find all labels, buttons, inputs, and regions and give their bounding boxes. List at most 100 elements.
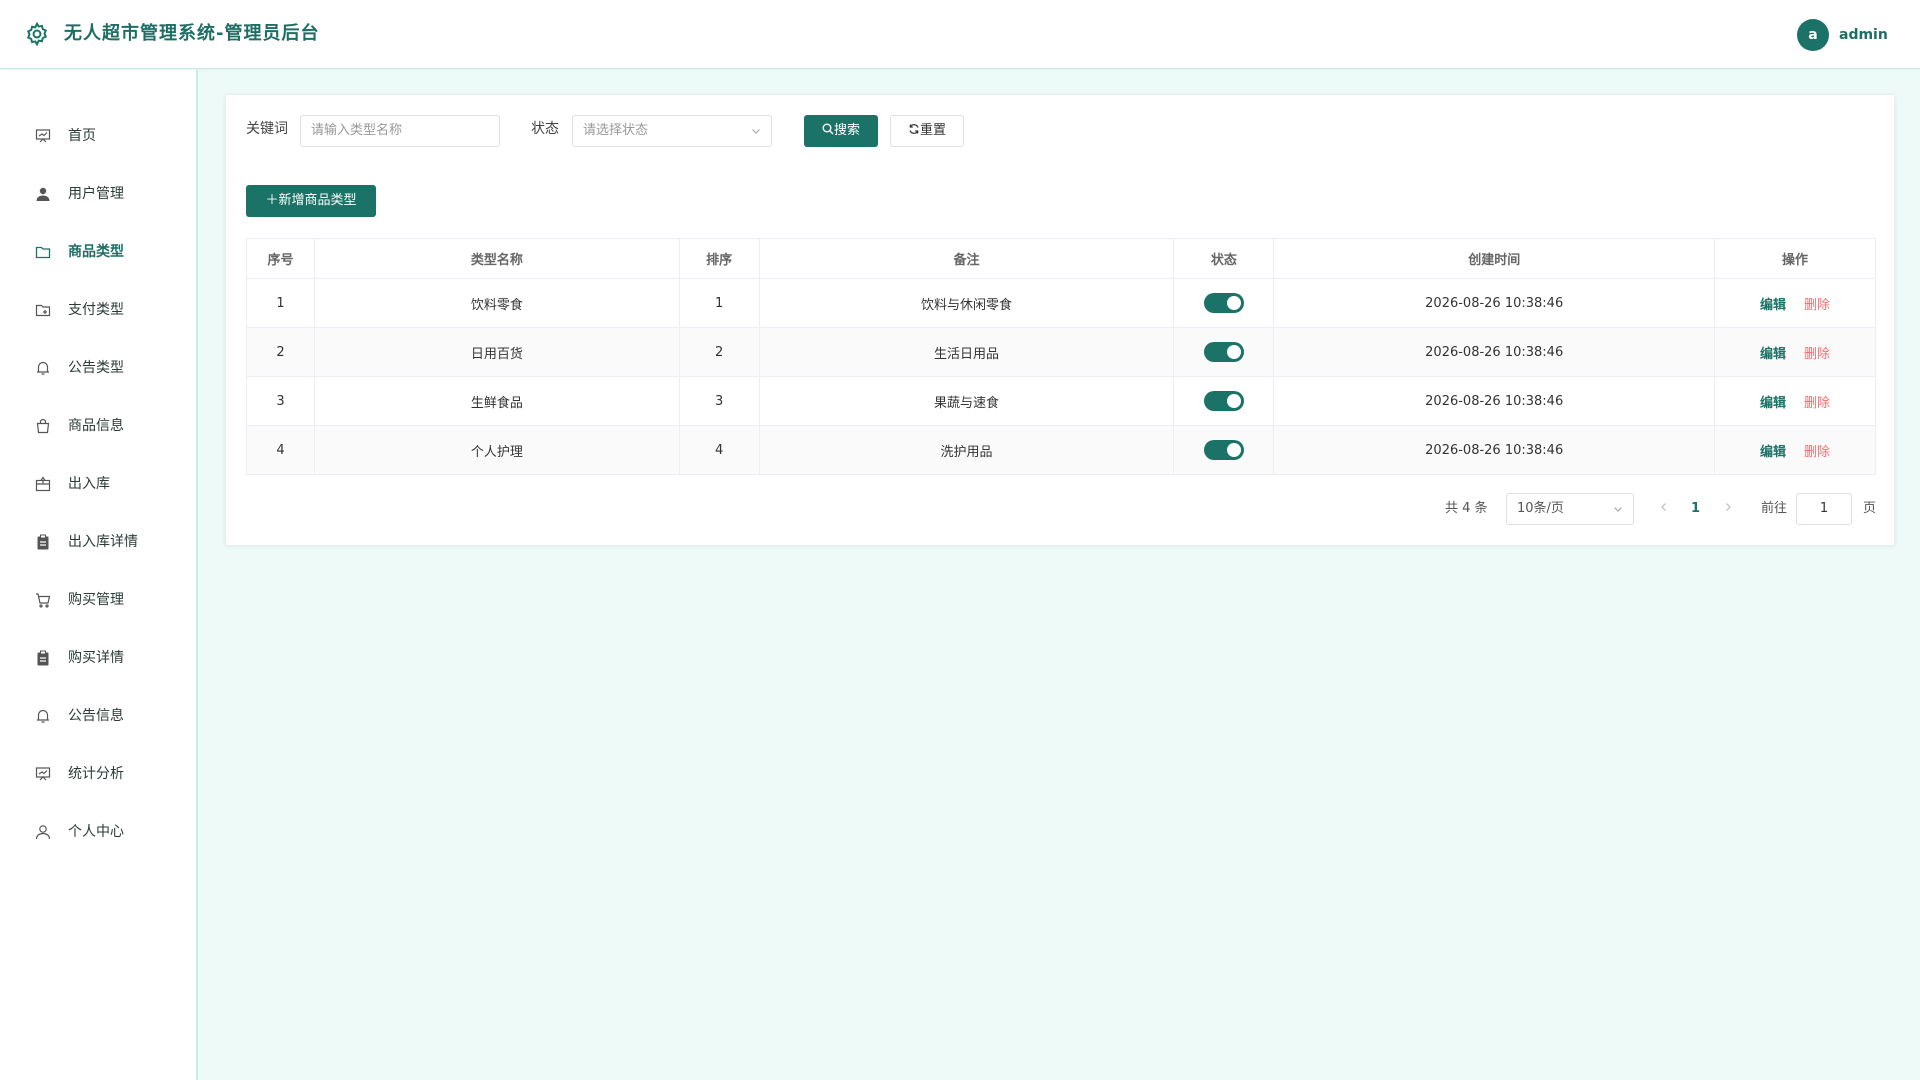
search-button[interactable]: 搜索 bbox=[804, 115, 878, 147]
app-title: 无人超市管理系统-管理员后台 bbox=[64, 23, 320, 44]
status-select[interactable]: 请选择状态 bbox=[572, 115, 772, 147]
cell-status bbox=[1173, 327, 1275, 377]
search-button-label: 搜索 bbox=[833, 123, 860, 138]
cart-icon bbox=[36, 593, 51, 608]
sidebar-item-label: 用户管理 bbox=[68, 186, 124, 202]
sidebar-item-statistics[interactable]: 统计分析 bbox=[0, 754, 196, 794]
delete-link[interactable]: 删除 bbox=[1804, 298, 1830, 313]
reset-button[interactable]: 重置 bbox=[890, 115, 964, 147]
chevron-down-icon bbox=[1614, 507, 1622, 512]
username[interactable]: admin bbox=[1839, 24, 1888, 46]
sidebar-item-label: 购买管理 bbox=[68, 592, 124, 608]
sidebar-item-label: 公告类型 bbox=[68, 360, 124, 376]
status-toggle[interactable] bbox=[1203, 293, 1244, 313]
sidebar-item-stock-details[interactable]: 出入库详情 bbox=[0, 522, 196, 562]
page-number-current[interactable]: 1 bbox=[1691, 493, 1700, 525]
sidebar-item-label: 出入库详情 bbox=[68, 534, 138, 550]
edit-link[interactable]: 编辑 bbox=[1760, 445, 1786, 460]
column-header-status: 状态 bbox=[1173, 238, 1275, 279]
sidebar-item-purchase-details[interactable]: 购买详情 bbox=[0, 638, 196, 678]
table-row: 1 饮料零食 1 饮料与休闲零食 2026-08-26 10:38:46 编辑 删… bbox=[246, 278, 1876, 328]
cell-index: 4 bbox=[246, 425, 315, 475]
status-label: 状态 bbox=[531, 121, 559, 137]
cell-index: 1 bbox=[246, 278, 315, 328]
cell-actions: 编辑 删除 bbox=[1714, 376, 1876, 426]
column-header-index: 序号 bbox=[246, 238, 315, 279]
cell-remark: 生活日用品 bbox=[758, 327, 1175, 377]
cell-created: 2026-08-26 10:38:46 bbox=[1273, 425, 1716, 475]
gear-icon bbox=[26, 21, 48, 47]
sidebar-item-notices[interactable]: 公告信息 bbox=[0, 696, 196, 736]
cell-remark: 果蔬与速食 bbox=[758, 376, 1175, 426]
page-suffix: 页 bbox=[1863, 501, 1877, 516]
status-select-placeholder: 请选择状态 bbox=[583, 123, 649, 138]
top-header: 无人超市管理系统-管理员后台 a admin bbox=[0, 0, 1920, 69]
sidebar-item-label: 首页 bbox=[68, 128, 96, 144]
presentation-icon bbox=[35, 767, 51, 781]
add-product-type-button[interactable]: ＋新增商品类型 bbox=[246, 185, 376, 217]
shopping-bag-icon bbox=[36, 418, 50, 434]
presentation-icon bbox=[35, 129, 51, 143]
sidebar-item-home[interactable]: 首页 bbox=[0, 116, 196, 156]
pagination-total: 共 4 条 bbox=[1445, 501, 1488, 516]
goto-page-input[interactable]: 1 bbox=[1796, 493, 1852, 525]
column-header-actions: 操作 bbox=[1714, 238, 1876, 279]
cell-status bbox=[1173, 278, 1275, 328]
page-size-value: 10条/页 bbox=[1517, 501, 1564, 516]
sidebar-item-product-types[interactable]: 商品类型 bbox=[0, 232, 196, 272]
folder-icon bbox=[35, 246, 51, 259]
cell-status bbox=[1173, 425, 1275, 475]
box-icon bbox=[35, 476, 51, 492]
chevron-right-icon bbox=[1726, 503, 1731, 511]
sidebar-item-products[interactable]: 商品信息 bbox=[0, 406, 196, 446]
delete-link[interactable]: 删除 bbox=[1804, 445, 1830, 460]
sidebar-item-users[interactable]: 用户管理 bbox=[0, 174, 196, 214]
toggle-knob bbox=[1226, 345, 1241, 359]
clipboard-icon bbox=[37, 534, 49, 550]
sidebar: 首页 用户管理 商品类型 支付类型 公告类型 商品信息 出入库 出入库详情 购买… bbox=[0, 70, 198, 1080]
sidebar-item-profile[interactable]: 个人中心 bbox=[0, 812, 196, 852]
avatar[interactable]: a bbox=[1797, 19, 1829, 51]
delete-link[interactable]: 删除 bbox=[1804, 347, 1830, 362]
cell-actions: 编辑 删除 bbox=[1714, 327, 1876, 377]
sidebar-item-label: 公告信息 bbox=[68, 708, 124, 724]
sidebar-item-label: 个人中心 bbox=[68, 824, 124, 840]
chevron-down-icon bbox=[752, 129, 760, 134]
cell-name: 个人护理 bbox=[313, 425, 680, 475]
cell-sort: 3 bbox=[678, 376, 760, 426]
refresh-icon bbox=[909, 124, 919, 134]
column-header-sort: 排序 bbox=[678, 238, 760, 279]
edit-link[interactable]: 编辑 bbox=[1760, 396, 1786, 411]
delete-link[interactable]: 删除 bbox=[1804, 396, 1830, 411]
table-row: 2 日用百货 2 生活日用品 2026-08-26 10:38:46 编辑 删除 bbox=[246, 327, 1876, 377]
cell-created: 2026-08-26 10:38:46 bbox=[1273, 327, 1716, 377]
sidebar-item-stock[interactable]: 出入库 bbox=[0, 464, 196, 504]
status-toggle[interactable] bbox=[1203, 391, 1244, 411]
reset-button-label: 重置 bbox=[919, 123, 946, 138]
cell-name: 饮料零食 bbox=[313, 278, 680, 328]
page-size-select[interactable]: 10条/页 bbox=[1506, 493, 1634, 525]
keyword-label: 关键词 bbox=[246, 121, 288, 137]
edit-link[interactable]: 编辑 bbox=[1760, 347, 1786, 362]
user-filled-icon bbox=[36, 187, 50, 201]
status-toggle[interactable] bbox=[1203, 342, 1244, 362]
sidebar-item-purchases[interactable]: 购买管理 bbox=[0, 580, 196, 620]
toggle-knob bbox=[1226, 394, 1241, 408]
next-page-button[interactable] bbox=[1723, 493, 1733, 525]
main-card: 关键词 请输入类型名称 状态 请选择状态 搜索 重置 ＋新增商品类型 序号 类型… bbox=[225, 94, 1895, 546]
sidebar-item-payment-types[interactable]: 支付类型 bbox=[0, 290, 196, 330]
bell-icon bbox=[37, 361, 49, 375]
keyword-input[interactable]: 请输入类型名称 bbox=[300, 115, 500, 147]
sidebar-item-label: 商品信息 bbox=[68, 418, 124, 434]
prev-page-button[interactable] bbox=[1659, 493, 1669, 525]
plus-icon: ＋ bbox=[265, 193, 279, 208]
edit-link[interactable]: 编辑 bbox=[1760, 298, 1786, 313]
table-row: 4 个人护理 4 洗护用品 2026-08-26 10:38:46 编辑 删除 bbox=[246, 425, 1876, 475]
status-toggle[interactable] bbox=[1203, 440, 1244, 460]
sidebar-item-label: 出入库 bbox=[68, 476, 110, 492]
cell-sort: 2 bbox=[678, 327, 760, 377]
sidebar-item-notice-types[interactable]: 公告类型 bbox=[0, 348, 196, 388]
column-header-name: 类型名称 bbox=[313, 238, 680, 279]
sidebar-item-label: 统计分析 bbox=[68, 766, 124, 782]
table-row: 3 生鲜食品 3 果蔬与速食 2026-08-26 10:38:46 编辑 删除 bbox=[246, 376, 1876, 426]
